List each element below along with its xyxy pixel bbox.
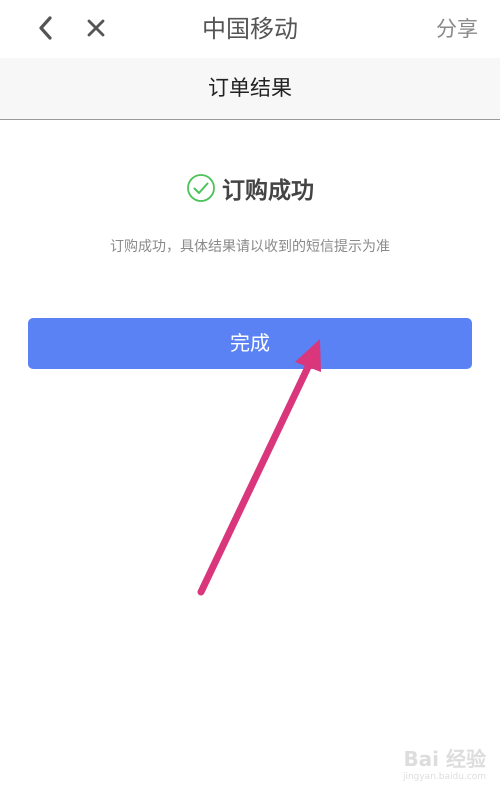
watermark-url: jingyan.baidu.com	[402, 772, 486, 782]
top-navigation-bar: 中国移动 分享	[0, 0, 500, 58]
result-header: 订购成功	[0, 168, 500, 208]
close-icon	[87, 19, 105, 37]
arrow-shaft	[197, 361, 313, 596]
chevron-left-icon	[39, 16, 52, 40]
done-button[interactable]: 完成	[28, 318, 472, 369]
close-button[interactable]	[78, 10, 114, 46]
check-circle-icon	[187, 174, 215, 202]
watermark: Bai 经验 jingyan.baidu.com	[366, 743, 486, 785]
app-title: 中国移动	[202, 15, 298, 43]
share-button[interactable]: 分享	[436, 0, 478, 58]
watermark-logo: Bai 经验	[403, 747, 486, 771]
back-button[interactable]	[28, 10, 64, 46]
page-title: 订单结果	[0, 58, 500, 120]
result-title: 订购成功	[222, 178, 314, 204]
result-description: 订购成功，具体结果请以收到的短信提示为准	[110, 239, 390, 255]
